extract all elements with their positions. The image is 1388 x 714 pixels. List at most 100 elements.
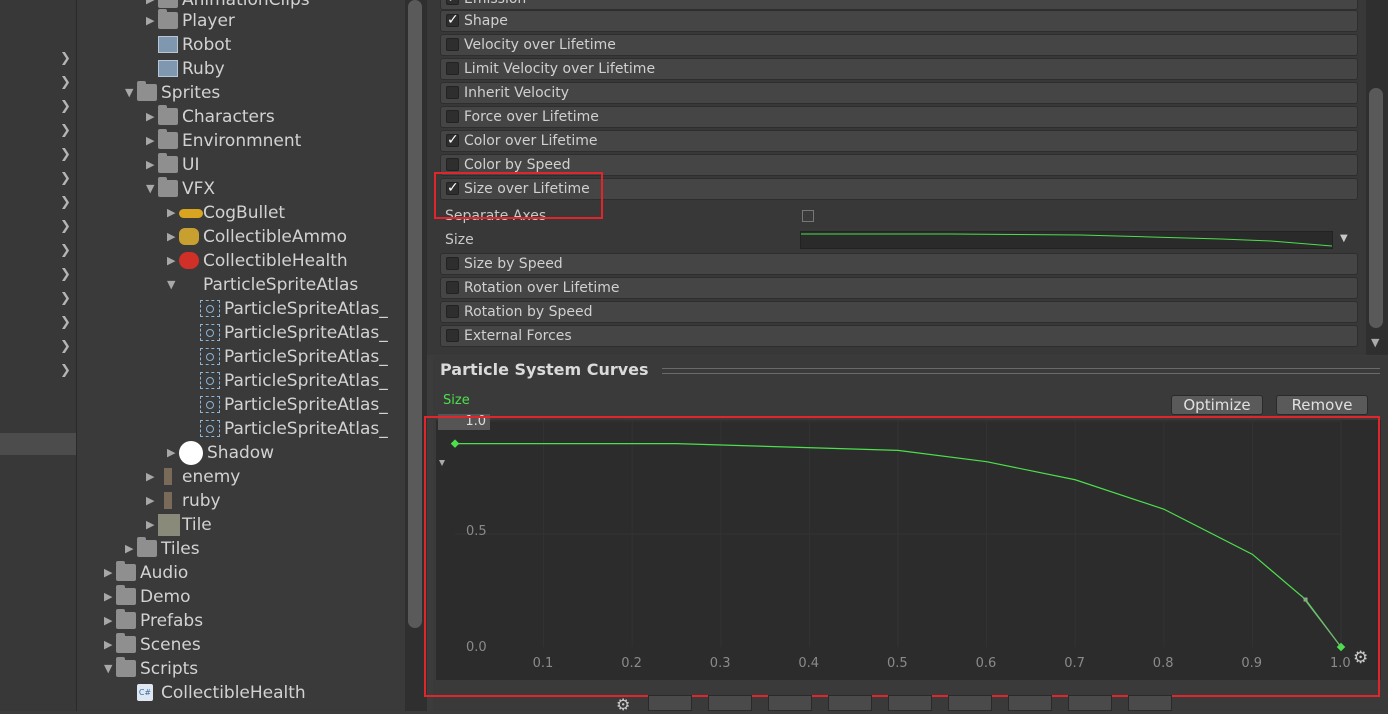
checkbox[interactable] [446,281,459,294]
tree-item[interactable]: ▶ Shadow [167,441,405,465]
tree-item[interactable]: ▶ Scenes [104,633,405,657]
expand-right-arrow-icon[interactable]: ▶ [125,537,133,561]
curve-preset-button[interactable] [648,695,692,711]
size-legend[interactable]: Size [443,393,470,408]
tree-item[interactable]: ▶ Demo [104,585,405,609]
tree-item[interactable]: ▶ Prefabs [104,609,405,633]
tree-item[interactable]: ▶ Characters [146,105,405,129]
chevron-right-icon[interactable]: ❯ [60,123,71,138]
module-row[interactable]: Size by Speed [440,253,1358,275]
expand-right-arrow-icon[interactable]: ▶ [167,201,175,225]
curve-preset-button[interactable] [948,695,992,711]
scroll-down-arrow-icon[interactable]: ▼ [1371,336,1379,349]
module-row[interactable]: ✓ Color over Lifetime [440,130,1358,152]
checkbox[interactable] [446,158,459,171]
expand-right-arrow-icon[interactable]: ▶ [146,129,154,153]
curve-preset-button[interactable] [1008,695,1052,711]
checkbox[interactable] [446,38,459,51]
checkbox[interactable] [446,329,459,342]
tree-item[interactable]: ▶ ruby [146,489,405,513]
tree-item[interactable]: ▶ CollectibleAmmo [167,225,405,249]
expand-right-arrow-icon[interactable]: ▶ [167,441,175,465]
module-row[interactable]: ✓ Shape [440,10,1358,32]
expand-right-arrow-icon[interactable]: ▶ [146,9,154,33]
tree-item[interactable]: ParticleSpriteAtlas_ [188,297,405,321]
inspector-scrollbar-thumb[interactable] [1369,88,1383,328]
tree-item[interactable]: ParticleSpriteAtlas_ [188,417,405,441]
expand-right-arrow-icon[interactable]: ▶ [146,105,154,129]
chevron-right-icon[interactable]: ❯ [60,267,71,282]
tree-item[interactable]: ▶ CogBullet [167,201,405,225]
chevron-right-icon[interactable]: ❯ [60,171,71,186]
chevron-right-icon[interactable]: ❯ [60,363,71,378]
curve-preset-button[interactable] [768,695,812,711]
presets-gear-icon[interactable]: ⚙ [616,695,630,714]
tree-item[interactable]: ▶ Tiles [125,537,405,561]
expand-right-arrow-icon[interactable]: ▶ [104,561,112,585]
expand-down-arrow-icon[interactable]: ▼ [146,177,154,201]
chevron-right-icon[interactable]: ❯ [60,147,71,162]
module-row[interactable]: Velocity over Lifetime [440,34,1358,56]
checkbox[interactable] [446,62,459,75]
checkbox-checked[interactable]: ✓ [446,133,459,147]
checkbox[interactable] [446,305,459,318]
checkbox-checked[interactable]: ✓ [446,13,459,27]
module-row[interactable]: Inherit Velocity [440,82,1358,104]
chevron-right-icon[interactable]: ❯ [60,243,71,258]
chevron-right-icon[interactable]: ❯ [60,339,71,354]
tree-item[interactable]: ▶ enemy [146,465,405,489]
tree-item[interactable]: ▼ Scripts [104,657,405,681]
chevron-right-icon[interactable]: ❯ [60,99,71,114]
tree-scrollbar-thumb[interactable] [408,0,422,628]
tree-item[interactable]: C# CollectibleHealth [125,681,405,705]
chevron-right-icon[interactable]: ❯ [60,291,71,306]
tree-item[interactable]: ▼ ParticleSpriteAtlas [167,273,405,297]
checkbox[interactable] [446,257,459,270]
tree-item[interactable]: ▶ Environmnent [146,129,405,153]
tree-item[interactable]: ▶ Player [146,9,405,33]
chevron-right-icon[interactable]: ❯ [60,51,71,66]
tree-item[interactable]: ▶ Tile [146,513,405,537]
tree-item[interactable]: Ruby [146,57,405,81]
chevron-right-icon[interactable]: ❯ [60,195,71,210]
curve-preset-button[interactable] [888,695,932,711]
expand-right-arrow-icon[interactable]: ▶ [104,609,112,633]
tree-item[interactable]: Robot [146,33,405,57]
chevron-right-icon[interactable]: ❯ [60,75,71,90]
chevron-right-icon[interactable]: ❯ [60,315,71,330]
module-row[interactable]: External Forces [440,325,1358,347]
size-curve-field[interactable] [800,231,1333,249]
checkbox-checked[interactable]: ✓ [446,0,459,5]
checkbox[interactable] [446,86,459,99]
tree-item[interactable]: ▼ Sprites [125,81,405,105]
module-row[interactable]: Limit Velocity over Lifetime [440,58,1358,80]
expand-right-arrow-icon[interactable]: ▶ [104,585,112,609]
module-row[interactable]: Rotation by Speed [440,301,1358,323]
tree-item[interactable]: ▼ VFX [146,177,405,201]
expand-right-arrow-icon[interactable]: ▶ [167,249,175,273]
curve-preset-button[interactable] [828,695,872,711]
expand-right-arrow-icon[interactable]: ▶ [146,465,154,489]
module-row[interactable]: ✓ Emission [440,0,1358,10]
module-row[interactable]: Rotation over Lifetime [440,277,1358,299]
tree-item[interactable]: ▶ UI [146,153,405,177]
curve-preset-button[interactable] [1128,695,1172,711]
expand-right-arrow-icon[interactable]: ▶ [146,489,154,513]
expand-down-arrow-icon[interactable]: ▼ [104,657,112,681]
expand-down-arrow-icon[interactable]: ▼ [167,273,175,297]
expand-right-arrow-icon[interactable]: ▶ [146,513,154,537]
separate-axes-checkbox[interactable] [802,210,814,222]
tree-item[interactable]: ParticleSpriteAtlas_ [188,369,405,393]
tree-item[interactable]: ▶ Audio [104,561,405,585]
expand-down-arrow-icon[interactable]: ▼ [125,81,133,105]
tree-item[interactable]: ParticleSpriteAtlas_ [188,321,405,345]
expand-right-arrow-icon[interactable]: ▶ [104,633,112,657]
tree-item[interactable]: ParticleSpriteAtlas_ [188,345,405,369]
curve-preset-button[interactable] [708,695,752,711]
tree-item[interactable]: ▶ CollectibleHealth [167,249,405,273]
expand-right-arrow-icon[interactable]: ▶ [167,225,175,249]
curve-preset-button[interactable] [1068,695,1112,711]
expand-right-arrow-icon[interactable]: ▶ [146,153,154,177]
size-dropdown-arrow-icon[interactable]: ▼ [1340,233,1348,244]
curves-drag-grip[interactable] [662,368,1380,374]
